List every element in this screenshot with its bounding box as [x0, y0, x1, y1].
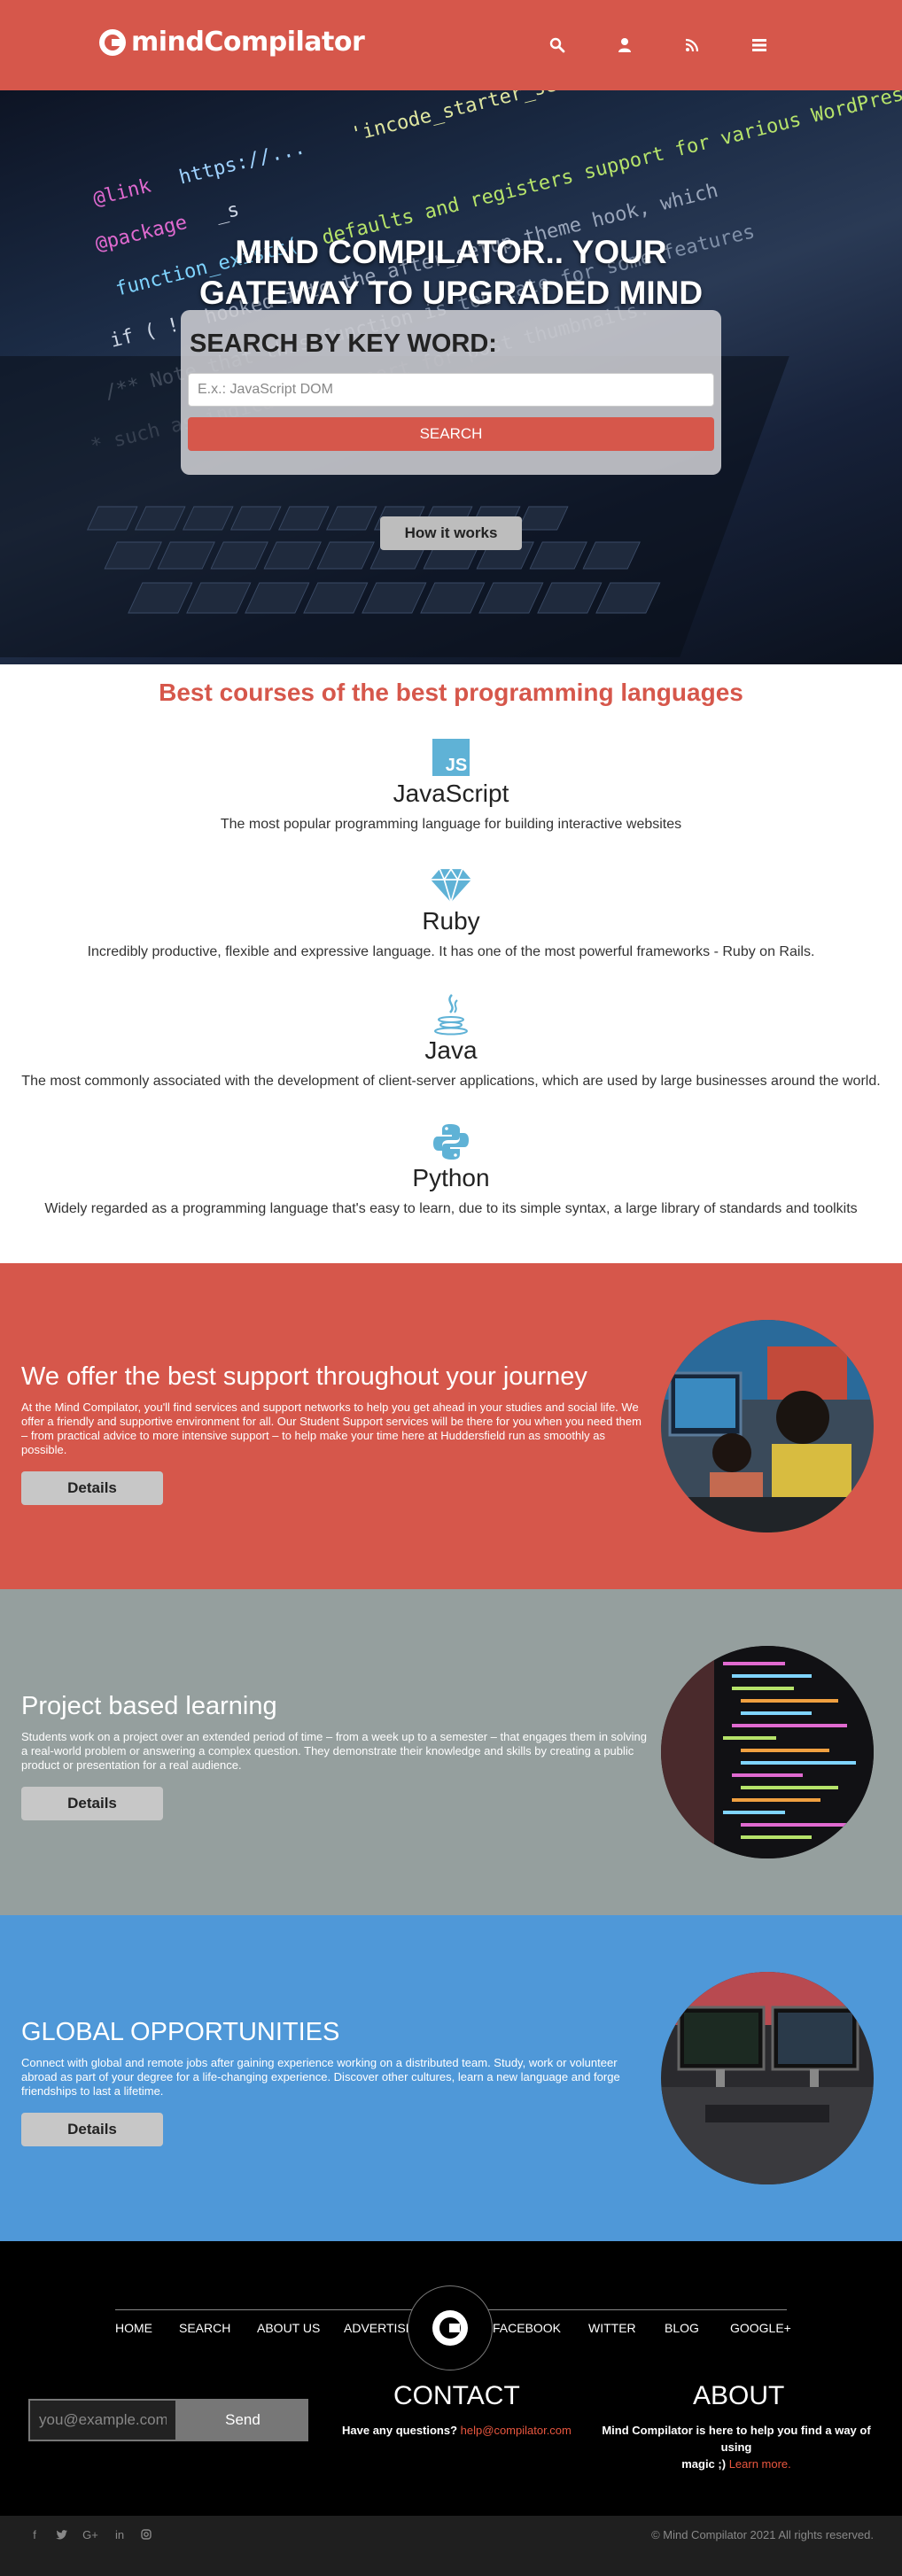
social-links: f G+ in — [28, 2528, 167, 2541]
search-label: SEARCH BY KEY WORD: — [190, 330, 497, 358]
brand-name: mindCompilator — [131, 27, 365, 58]
java-icon — [431, 994, 471, 1036]
logo-icon — [432, 2310, 468, 2346]
course-name: Python — [412, 1164, 490, 1191]
feature-title: GLOBAL OPPORTUNITIES — [21, 2018, 340, 2046]
hero-title-line1: MIND COMPILATOR.. YOUR — [235, 234, 667, 270]
courses-title: Best courses of the best programming lan… — [159, 679, 743, 706]
feature-title: Project based learning — [21, 1692, 277, 1720]
footer-link-facebook[interactable]: FACEBOOK — [493, 2321, 561, 2335]
about-line2: magic ;) — [681, 2457, 727, 2471]
course-item-java[interactable]: Java The most commonly associated with t… — [0, 994, 902, 1090]
course-item-javascript[interactable]: JS JavaScript The most popular programmi… — [0, 737, 902, 833]
feature-body: At the Mind Compilator, you'll find serv… — [21, 1401, 642, 1456]
svg-text:if ( !: if ( ! — [108, 314, 182, 352]
course-desc: The most commonly associated with the de… — [21, 1074, 881, 1089]
instagram-icon[interactable] — [140, 2528, 152, 2541]
site-header: mindCompilator — [0, 0, 902, 90]
feature-global-opportunities-section: GLOBAL OPPORTUNITIES Connect with global… — [0, 1915, 902, 2241]
footer-link-witter[interactable]: WITTER — [588, 2321, 636, 2335]
svg-text:JS: JS — [446, 756, 467, 775]
feature-title: We offer the best support throughout you… — [21, 1362, 587, 1391]
feature-body: Students work on a project over an exten… — [21, 1730, 648, 1772]
contact-email-link[interactable]: help@compilator.com — [461, 2424, 572, 2437]
copyright-text: © Mind Compilator 2021 All rights reserv… — [651, 2528, 874, 2541]
menu-icon[interactable] — [746, 32, 773, 58]
svg-text:@link: @link — [91, 175, 153, 211]
hero-title-line2: GATEWAY TO UPGRADED MIND — [198, 275, 704, 311]
contact-text: Have any questions? help@compilator.com — [342, 2422, 572, 2439]
contact-heading: CONTACT — [393, 2381, 520, 2410]
course-name: Java — [424, 1036, 478, 1064]
course-name: Ruby — [422, 907, 480, 935]
bottom-bar: f G+ in © Mind Compilator 2021 All right… — [0, 2516, 902, 2576]
logo-icon — [99, 28, 126, 56]
newsletter-email-input[interactable] — [28, 2399, 177, 2441]
learn-more-link[interactable]: Learn more. — [729, 2457, 791, 2471]
about-line1: Mind Compilator is here to help you find… — [602, 2424, 871, 2454]
footer-link-about-us[interactable]: ABOUT US — [257, 2321, 320, 2335]
linkedin-icon[interactable]: in — [113, 2528, 126, 2541]
gem-icon — [431, 865, 471, 905]
feature-project-learning-section: Project based learning Students work on … — [0, 1589, 902, 1915]
facebook-icon[interactable]: f — [28, 2528, 41, 2541]
python-icon — [431, 1121, 471, 1162]
footer-link-search[interactable]: SEARCH — [179, 2321, 230, 2335]
course-desc: Widely regarded as a programming languag… — [44, 1201, 858, 1216]
contact-question: Have any questions? — [342, 2424, 458, 2437]
course-item-ruby[interactable]: Ruby Incredibly productive, flexible and… — [0, 865, 902, 960]
google-plus-icon[interactable]: G+ — [82, 2528, 99, 2541]
feature-text: We offer the best support throughout you… — [21, 1362, 650, 1505]
site-footer: HOME SEARCH ABOUT US ADVERTISE FACEBOOK … — [0, 2241, 902, 2516]
how-it-works-button[interactable]: How it works — [380, 516, 522, 550]
svg-text:_s: _s — [214, 198, 242, 226]
search-input[interactable] — [188, 373, 714, 407]
details-button[interactable]: Details — [21, 2113, 163, 2146]
code-screen-photo — [661, 1646, 874, 1858]
about-heading: ABOUT — [693, 2381, 785, 2410]
header-nav — [544, 32, 813, 58]
about-text: Mind Compilator is here to help you find… — [588, 2422, 884, 2472]
search-button[interactable]: SEARCH — [188, 417, 714, 451]
user-icon[interactable] — [611, 32, 638, 58]
course-desc: Incredibly productive, flexible and expr… — [87, 944, 815, 959]
send-button[interactable]: Send — [177, 2399, 308, 2441]
feature-text: GLOBAL OPPORTUNITIES Connect with global… — [21, 2018, 650, 2146]
course-name: JavaScript — [393, 780, 509, 807]
course-desc: The most popular programming language fo… — [220, 817, 682, 832]
brand-logo[interactable]: mindCompilator — [99, 27, 365, 58]
workstation-photo — [661, 1972, 874, 2184]
svg-text:'incode_starter_setup': 'incode_starter_setup' — [349, 90, 605, 146]
search-icon[interactable] — [544, 32, 571, 58]
footer-link-home[interactable]: HOME — [115, 2321, 152, 2335]
search-panel: SEARCH BY KEY WORD: SEARCH — [181, 310, 721, 475]
students-photo — [661, 1320, 874, 1532]
courses-section: Best courses of the best programming lan… — [0, 664, 902, 1263]
feature-text: Project based learning Students work on … — [21, 1692, 650, 1820]
footer-link-google-plus[interactable]: GOOGLE+ — [730, 2321, 791, 2335]
js-icon: JS — [431, 737, 471, 778]
feature-body: Connect with global and remote jobs afte… — [21, 2056, 620, 2098]
course-item-python[interactable]: Python Widely regarded as a programming … — [0, 1121, 902, 1217]
svg-text:https://...: https://... — [177, 136, 307, 190]
feature-support-section: We offer the best support throughout you… — [0, 1263, 902, 1589]
rss-icon[interactable] — [679, 32, 705, 58]
footer-link-advertise[interactable]: ADVERTISE — [344, 2321, 414, 2335]
hero-banner: @link https://... @package _s 'incode_st… — [0, 90, 902, 664]
details-button[interactable]: Details — [21, 1787, 163, 1820]
footer-logo[interactable] — [408, 2285, 493, 2370]
hero-title: MIND COMPILATOR.. YOUR GATEWAY TO UPGRAD… — [0, 232, 902, 314]
twitter-icon[interactable] — [55, 2528, 67, 2541]
footer-link-blog[interactable]: BLOG — [665, 2321, 699, 2335]
details-button[interactable]: Details — [21, 1471, 163, 1505]
